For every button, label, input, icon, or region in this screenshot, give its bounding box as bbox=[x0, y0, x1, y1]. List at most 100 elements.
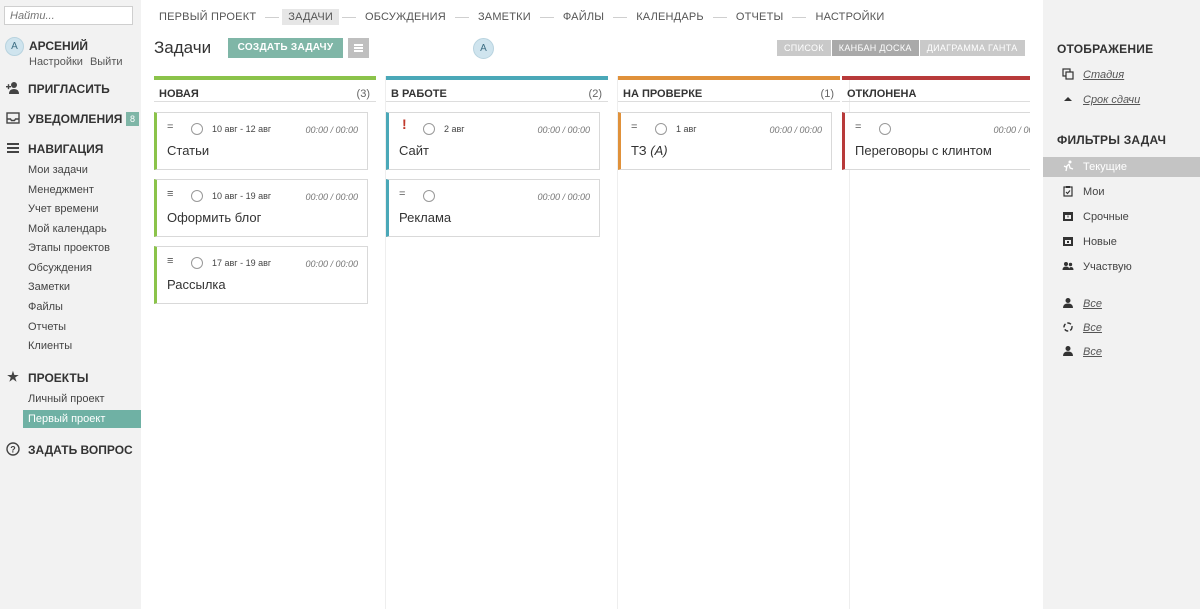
column-count: (1) bbox=[820, 88, 834, 100]
nav-item-reports[interactable]: Отчеты bbox=[28, 321, 66, 337]
calendar-new-icon bbox=[1061, 235, 1075, 249]
display-option-due-date[interactable]: Срок сдачи bbox=[1043, 90, 1200, 110]
nav-item-my-tasks[interactable]: Мои задачи bbox=[28, 164, 88, 180]
view-list-button[interactable]: СПИСОК bbox=[777, 40, 831, 56]
view-kanban-button[interactable]: КАНБАН ДОСКА bbox=[831, 40, 919, 56]
kanban-column-review: НА ПРОВЕРКЕ (1) = 1 авг 00:00 / 00:00 ТЗ… bbox=[618, 76, 850, 609]
settings-link[interactable]: Настройки bbox=[29, 56, 83, 68]
task-assignee: (А) bbox=[650, 143, 668, 158]
user-icon bbox=[1061, 297, 1075, 311]
project-item-personal[interactable]: Личный проект bbox=[28, 393, 105, 409]
ask-question-section[interactable]: ? ЗАДАТЬ ВОПРОС bbox=[6, 440, 140, 460]
task-title: Сайт bbox=[399, 143, 429, 158]
filter-status-all[interactable]: Все bbox=[1043, 318, 1200, 338]
status-circle-icon[interactable] bbox=[879, 123, 891, 135]
task-time: 00:00 / 00:00 bbox=[537, 125, 590, 135]
priority-icon: = bbox=[855, 121, 862, 133]
task-card[interactable]: = 1 авг 00:00 / 00:00 ТЗ (А) bbox=[618, 112, 832, 170]
task-card[interactable]: ≡ 10 авг - 19 авг 00:00 / 00:00 Оформить… bbox=[154, 179, 368, 237]
navigation-section[interactable]: НАВИГАЦИЯ bbox=[6, 139, 140, 159]
status-circle-icon[interactable] bbox=[423, 123, 435, 135]
task-card[interactable]: ! 2 авг 00:00 / 00:00 Сайт bbox=[386, 112, 600, 170]
display-option-stage[interactable]: Стадия bbox=[1043, 65, 1200, 85]
status-circle-icon[interactable] bbox=[423, 190, 435, 202]
notifications-section[interactable]: УВЕДОМЛЕНИЯ 8 bbox=[6, 109, 140, 129]
view-gantt-button[interactable]: ДИАГРАММА ГАНТА bbox=[919, 40, 1025, 56]
tab-settings[interactable]: НАСТРОЙКИ bbox=[809, 9, 890, 25]
task-card[interactable]: = 00:00 / 00:00 Реклама bbox=[386, 179, 600, 237]
task-time: 00:00 / 00:00 bbox=[305, 259, 358, 269]
filter-label: Срочные bbox=[1083, 211, 1129, 223]
nav-item-files[interactable]: Файлы bbox=[28, 301, 63, 317]
task-dates: 10 авг - 19 авг bbox=[212, 191, 272, 201]
projects-section[interactable]: ★ ПРОЕКТЫ bbox=[6, 368, 140, 388]
project-tabs: ПЕРВЫЙ ПРОЕКТ ЗАДАЧИ ОБСУЖДЕНИЯ ЗАМЕТКИ … bbox=[153, 8, 890, 26]
project-item-first[interactable]: Первый проект bbox=[23, 410, 141, 428]
invite-section[interactable]: ПРИГЛАСИТЬ bbox=[6, 79, 140, 99]
page-title: Задачи bbox=[154, 38, 212, 57]
user-name[interactable]: АРСЕНИЙ bbox=[29, 39, 88, 53]
tab-first-project[interactable]: ПЕРВЫЙ ПРОЕКТ bbox=[153, 9, 262, 25]
task-title-text: ТЗ bbox=[631, 143, 647, 158]
stage-icon bbox=[1061, 68, 1075, 82]
filter-new[interactable]: Новые bbox=[1043, 232, 1200, 252]
column-header: ОТКЛОНЕНА bbox=[842, 76, 1030, 102]
filter-mine[interactable]: Мои bbox=[1043, 182, 1200, 202]
filter-urgent[interactable]: Срочные bbox=[1043, 207, 1200, 227]
priority-icon: ≡ bbox=[167, 188, 174, 200]
user-icon bbox=[1061, 345, 1075, 359]
nav-item-clients[interactable]: Клиенты bbox=[28, 340, 72, 356]
star-icon: ★ bbox=[7, 369, 19, 384]
filter-author-all[interactable]: Все bbox=[1043, 342, 1200, 362]
task-time: 00:00 / 00:00 bbox=[769, 125, 822, 135]
tab-files[interactable]: ФАЙЛЫ bbox=[557, 9, 610, 25]
list-icon bbox=[354, 44, 363, 52]
priority-icon: = bbox=[631, 121, 638, 133]
nav-item-time-tracking[interactable]: Учет времени bbox=[28, 203, 99, 219]
status-circle-icon[interactable] bbox=[191, 123, 203, 135]
tab-reports[interactable]: ОТЧЕТЫ bbox=[730, 9, 790, 25]
nav-item-my-calendar[interactable]: Мой календарь bbox=[28, 223, 107, 239]
task-card[interactable]: = 00:00 / 00:00 Переговоры с клинтом bbox=[842, 112, 1030, 170]
right-sidebar: ОТОБРАЖЕНИЕ Стадия Срок сдачи ФИЛЬТРЫ ЗА… bbox=[1043, 0, 1200, 609]
inbox-icon bbox=[6, 111, 20, 125]
filter-assignee-all[interactable]: Все bbox=[1043, 294, 1200, 314]
display-heading: ОТОБРАЖЕНИЕ bbox=[1057, 42, 1154, 56]
kanban-column-new: НОВАЯ (3) = 10 авг - 12 авг 00:00 / 00:0… bbox=[154, 76, 386, 609]
tab-calendar[interactable]: КАЛЕНДАРЬ bbox=[630, 9, 710, 25]
kanban-column-in-progress: В РАБОТЕ (2) ! 2 авг 00:00 / 00:00 Сайт … bbox=[386, 76, 618, 609]
task-title: Рассылка bbox=[167, 277, 226, 292]
column-title: В РАБОТЕ bbox=[391, 88, 447, 100]
member-avatar[interactable]: А bbox=[473, 38, 494, 59]
user-avatar[interactable]: А bbox=[5, 37, 24, 56]
navigation-label: НАВИГАЦИЯ bbox=[28, 142, 104, 156]
nav-item-notes[interactable]: Заметки bbox=[28, 281, 70, 297]
task-card[interactable]: ≡ 17 авг - 19 авг 00:00 / 00:00 Рассылка bbox=[154, 246, 368, 304]
task-title: Реклама bbox=[399, 210, 452, 225]
display-option-label: Срок сдачи bbox=[1083, 94, 1141, 106]
task-card[interactable]: = 10 авг - 12 авг 00:00 / 00:00 Статьи bbox=[154, 112, 368, 170]
list-toggle-button[interactable] bbox=[348, 38, 369, 58]
nav-item-discussions[interactable]: Обсуждения bbox=[28, 262, 92, 278]
tab-tasks[interactable]: ЗАДАЧИ bbox=[282, 9, 339, 25]
filter-participating[interactable]: Участвую bbox=[1043, 257, 1200, 277]
status-circle-icon[interactable] bbox=[191, 190, 203, 202]
nav-item-project-stages[interactable]: Этапы проектов bbox=[28, 242, 110, 258]
create-task-button[interactable]: СОЗДАТЬ ЗАДАЧУ bbox=[228, 38, 343, 58]
search-input[interactable] bbox=[4, 6, 133, 25]
column-header: В РАБОТЕ (2) bbox=[386, 76, 608, 102]
task-dates: 10 авг - 12 авг bbox=[212, 124, 272, 134]
svg-text:?: ? bbox=[10, 445, 16, 455]
column-title: НА ПРОВЕРКЕ bbox=[623, 88, 703, 100]
filter-current[interactable]: Текущие bbox=[1043, 157, 1200, 177]
logout-link[interactable]: Выйти bbox=[90, 56, 123, 68]
tab-discussions[interactable]: ОБСУЖДЕНИЯ bbox=[359, 9, 452, 25]
user-links: Настройки Выйти bbox=[29, 56, 130, 68]
filters-heading: ФИЛЬТРЫ ЗАДАЧ bbox=[1057, 133, 1167, 147]
projects-label: ПРОЕКТЫ bbox=[28, 371, 89, 385]
status-circle-icon[interactable] bbox=[191, 257, 203, 269]
column-count: (3) bbox=[356, 88, 370, 100]
tab-notes[interactable]: ЗАМЕТКИ bbox=[472, 9, 537, 25]
nav-item-management[interactable]: Менеджмент bbox=[28, 184, 94, 200]
status-circle-icon[interactable] bbox=[655, 123, 667, 135]
